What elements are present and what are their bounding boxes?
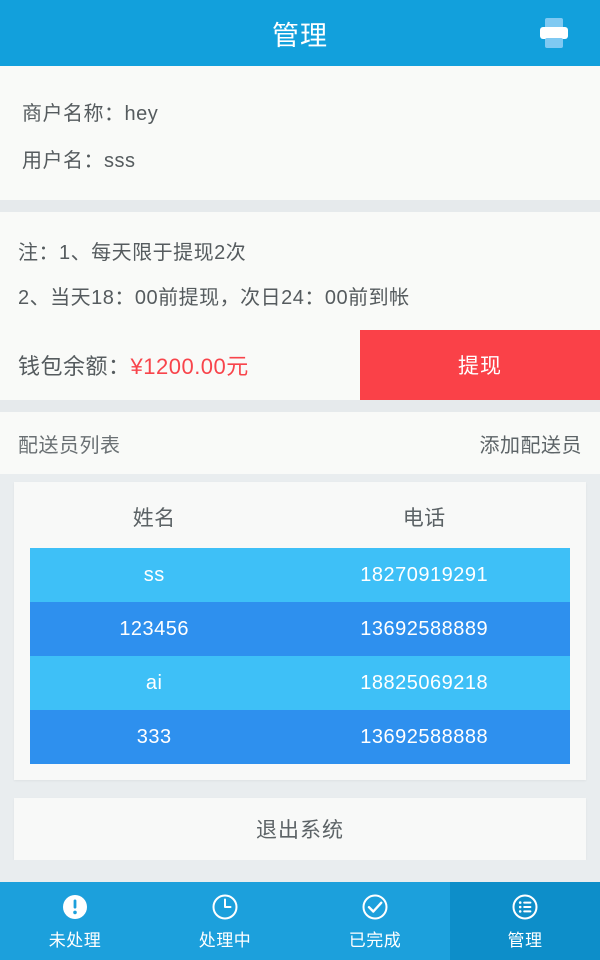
section-divider-1 [0,200,600,212]
list-circle-icon [509,891,541,923]
bottom-navigation: 未处理 处理中 已完成 管理 [0,882,600,960]
exclamation-circle-icon-svg [63,895,87,919]
tab-label: 已完成 [348,931,402,950]
page-title: 管理 [272,20,328,51]
list-circle-icon-svg [512,894,538,920]
note-line-1: 注：1、每天限于提现2次 [18,242,247,264]
courier-table-header: 姓名 电话 [30,496,570,548]
cell-phone: 13692588888 [360,725,489,748]
courier-table-card: 姓名 电话 ss 18270919291 123456 13692588889 … [14,482,586,780]
balance-amount: ¥1200.00元 [130,354,249,379]
cell-name: ss [143,563,165,586]
account-panel: 商户名称：hey 用户名：sss [0,66,600,200]
tab-label: 处理中 [198,931,252,950]
tab-label: 未处理 [48,931,102,950]
tab-processing[interactable]: 处理中 [150,882,300,960]
tab-label: 管理 [507,931,543,950]
withdraw-panel: 注：1、每天限于提现2次 2、当天18：00前提现，次日24：00前到帐 钱包余… [0,212,600,400]
courier-list-title: 配送员列表 [18,434,121,457]
cell-phone: 18825069218 [360,671,489,694]
content-filler [0,860,600,882]
cell-phone: 18270919291 [360,563,489,586]
courier-table-wrap: 姓名 电话 ss 18270919291 123456 13692588889 … [0,474,600,788]
logout-button[interactable]: 退出系统 [14,798,586,860]
cell-name: 123456 [119,617,190,640]
table-row[interactable]: 123456 13692588889 [30,602,570,656]
tab-management[interactable]: 管理 [450,882,600,960]
withdraw-button[interactable]: 提现 [360,330,600,400]
username-row: 用户名：sss [22,150,136,172]
courier-list-header: 配送员列表 添加配送员 [0,412,600,474]
cell-name: ai [145,671,163,694]
printer-icon-svg [540,18,568,48]
add-courier-button[interactable]: 添加配送员 [480,429,583,458]
check-circle-icon [359,891,391,923]
table-row[interactable]: 333 13692588888 [30,710,570,764]
section-divider-2 [0,400,600,412]
note-line-2: 2、当天18：00前提现，次日24：00前到帐 [18,287,410,309]
check-circle-icon-svg [362,894,388,920]
page-content: 商户名称：hey 用户名：sss 注：1、每天限于提现2次 2、当天18：00前… [0,66,600,882]
app-header: 管理 [0,0,600,66]
tab-unprocessed[interactable]: 未处理 [0,882,150,960]
tab-completed[interactable]: 已完成 [300,882,450,960]
column-header-phone: 电话 [402,507,446,530]
printer-icon[interactable] [530,9,578,57]
column-header-name: 姓名 [132,507,176,530]
balance-bar: 钱包余额： ¥1200.00元 提现 [0,330,600,400]
cell-phone: 13692588889 [360,617,489,640]
table-row[interactable]: ss 18270919291 [30,548,570,602]
clock-circle-icon-svg [212,894,238,920]
exclamation-circle-icon [59,891,91,923]
app-root: 管理 商户名称：hey 用户名：sss 注：1、每天限于提现2次 2、当天18：… [0,0,600,960]
cell-name: 333 [136,725,172,748]
clock-circle-icon [209,891,241,923]
balance-prefix: 钱包余额： [18,354,131,379]
table-row[interactable]: ai 18825069218 [30,656,570,710]
logout-wrap: 退出系统 [0,788,600,860]
merchant-name-row: 商户名称：hey [22,103,159,125]
wallet-balance: 钱包余额： ¥1200.00元 [0,330,360,400]
